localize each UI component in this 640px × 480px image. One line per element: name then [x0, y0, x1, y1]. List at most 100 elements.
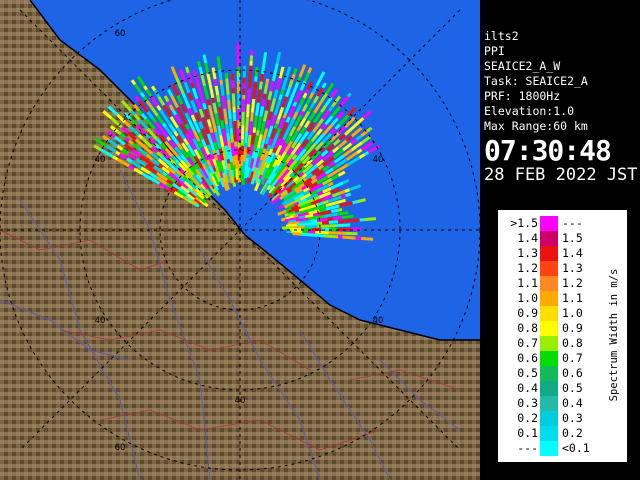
echo-segment [255, 135, 259, 140]
echo-segment [204, 62, 210, 74]
echo-segment [228, 119, 233, 129]
legend-upper-value: 0.9 [562, 321, 583, 335]
echo-segment [302, 173, 308, 179]
range-label: 40 [95, 316, 106, 326]
echo-segment [248, 65, 253, 79]
echo-segment [311, 203, 319, 209]
echo-segment [342, 235, 356, 240]
echo-segment [294, 82, 300, 89]
scan-type: PPI [484, 44, 505, 58]
echo-segment [259, 73, 264, 82]
echo-segment [211, 67, 217, 80]
echo-segment [307, 106, 313, 113]
echo-segment [230, 169, 235, 177]
echo-segment [212, 125, 218, 133]
legend-swatch [540, 411, 558, 426]
range-label: 60 [115, 443, 126, 453]
legend-lower-value: 0.8 [517, 321, 538, 335]
scan-time: 07:30:48 [484, 134, 612, 167]
echo-segment [247, 88, 251, 97]
echo-segment [235, 168, 240, 180]
echo-segment [206, 118, 212, 128]
legend-swatch [540, 396, 558, 411]
echo-segment [256, 89, 262, 103]
echo-segment [250, 98, 256, 113]
echo-segment [252, 81, 258, 95]
legend-upper-value: 0.3 [562, 411, 583, 425]
legend-upper-value: <0.1 [562, 441, 590, 455]
echo-segment [227, 99, 231, 111]
echo-segment [337, 210, 349, 216]
echo-segment [284, 121, 289, 127]
echo-segment [296, 222, 307, 227]
echo-segment [172, 110, 177, 116]
echo-segment [226, 132, 231, 142]
echo-segment [308, 215, 320, 221]
echo-segment [317, 190, 324, 196]
echo-segment [267, 90, 273, 101]
echo-segment [228, 147, 232, 153]
echo-segment [213, 78, 218, 87]
echo-segment [281, 102, 286, 108]
echo-segment [310, 233, 320, 238]
echo-segment [143, 85, 148, 91]
echo-segment [339, 189, 346, 195]
echo-segment [293, 214, 299, 219]
echo-segment [278, 94, 283, 100]
echo-segment [254, 67, 259, 77]
echo-segment [364, 217, 377, 222]
echo-segment [304, 213, 314, 219]
echo-segment [301, 232, 311, 237]
echo-segment [284, 212, 290, 217]
echo-segment [265, 163, 271, 169]
echo-segment [225, 82, 230, 95]
legend-lower-value: 1.4 [517, 231, 538, 245]
echo-segment [263, 84, 269, 94]
legend-lower-value: 0.4 [517, 381, 538, 395]
echo-segment [213, 141, 219, 151]
echo-segment [252, 127, 257, 133]
echo-segment [323, 234, 333, 238]
echo-segment [257, 178, 262, 184]
legend-upper-value: 0.5 [562, 381, 583, 395]
echo-segment [227, 140, 232, 148]
echo-segment [162, 171, 168, 177]
echo-segment [248, 121, 253, 136]
range-label: 40 [373, 155, 384, 165]
echo-segment [262, 93, 267, 100]
echo-segment [225, 123, 230, 133]
echo-segment [246, 104, 250, 118]
range-label: 60 [115, 29, 126, 39]
echo-segment [313, 195, 320, 201]
echo-segment [294, 211, 301, 216]
echo-segment [230, 134, 234, 143]
echo-segment [331, 208, 339, 214]
echo-segment [253, 115, 258, 128]
echo-segment [246, 96, 251, 105]
legend-upper-value: 0.7 [562, 351, 583, 365]
echo-segment [260, 106, 265, 112]
echo-segment [193, 120, 199, 127]
echo-segment [266, 144, 271, 152]
echo-segment [217, 125, 223, 136]
echo-segment [332, 201, 337, 206]
product-name: SEAICE2_A_W [484, 59, 561, 73]
echo-segment [214, 131, 219, 138]
echo-segment [342, 214, 354, 219]
echo-segment [220, 84, 225, 96]
echo-segment [268, 138, 274, 146]
legend-lower-value: 0.5 [517, 366, 538, 380]
echo-segment [247, 134, 252, 148]
echo-segment [224, 117, 229, 125]
legend-lower-value: 0.7 [517, 336, 538, 350]
echo-segment [245, 157, 250, 165]
legend-upper-value: 0.6 [562, 366, 583, 380]
echo-segment [340, 194, 347, 199]
echo-segment [202, 54, 208, 64]
echo-segment [197, 61, 202, 68]
echo-segment [206, 99, 211, 106]
legend-lower-value: 1.3 [517, 246, 538, 260]
echo-segment [217, 154, 222, 162]
echo-segment [326, 217, 334, 221]
radar-ppi-map: 60 40 40 40 40 40 60 [0, 0, 480, 480]
